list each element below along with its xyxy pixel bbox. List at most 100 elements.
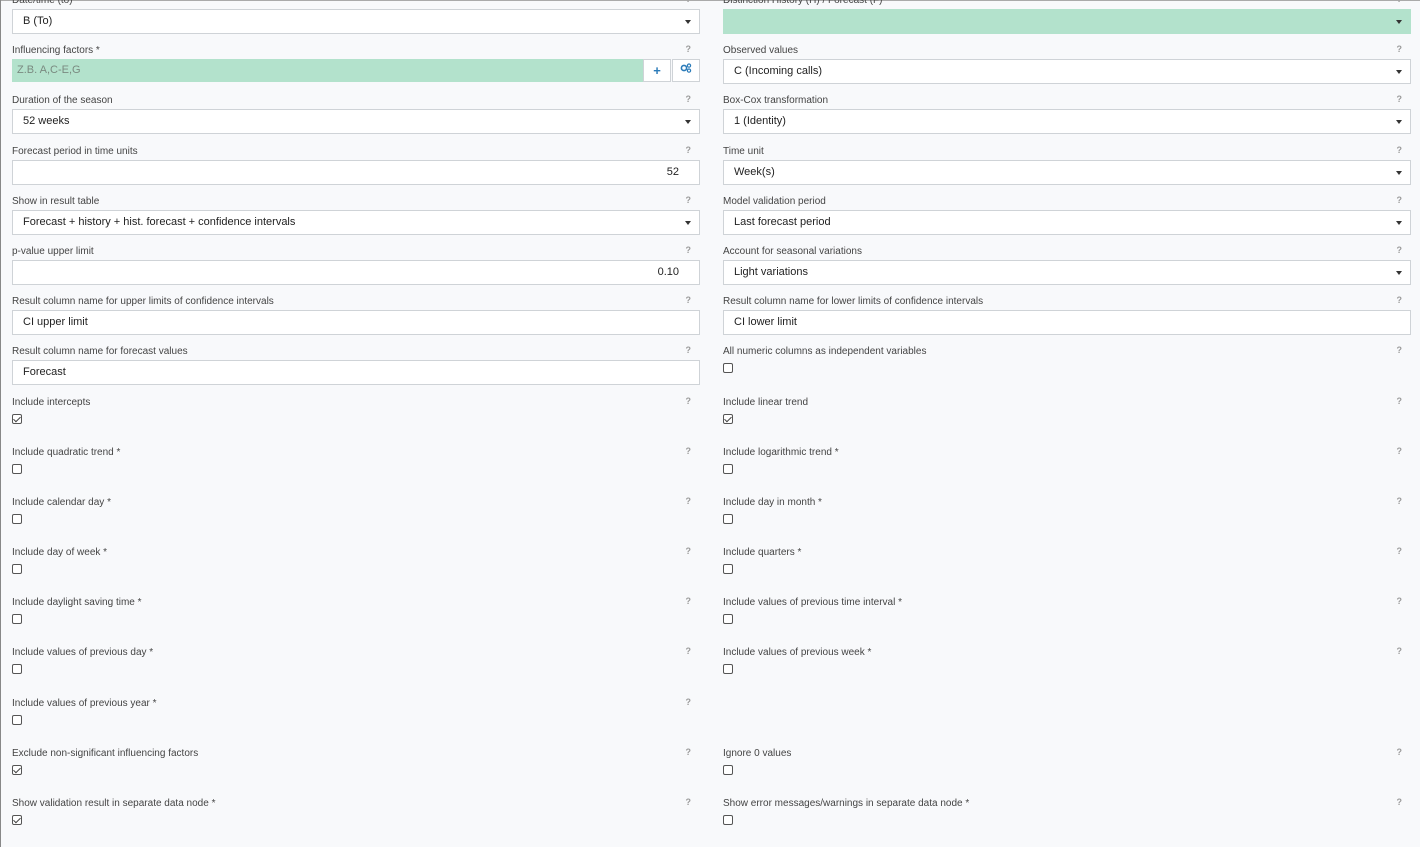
field-label: Include logarithmic trend *: [723, 446, 839, 458]
help-icon[interactable]: ?: [686, 396, 692, 406]
help-icon[interactable]: ?: [686, 94, 692, 104]
help-icon[interactable]: ?: [1397, 145, 1403, 155]
caret-down-icon: [1396, 120, 1402, 125]
field-influencing-factors: Influencing factors *? Z.B. A,C-E,G +: [12, 44, 700, 95]
field-duration-of-the-season: Duration of the season? 52 weeks: [12, 94, 700, 145]
p-value-upper-limit-input[interactable]: 0.10: [12, 259, 700, 285]
field-label: Result column name for forecast values: [12, 346, 188, 358]
select-value: 1 (Identity): [734, 115, 786, 128]
field-label: Box-Cox transformation: [723, 95, 829, 107]
field-distinction-history-h-forecast-f: Distinction History (H) / Forecast (F) *…: [723, 0, 1411, 45]
help-icon[interactable]: ?: [686, 44, 692, 54]
help-icon[interactable]: ?: [686, 747, 692, 757]
help-icon[interactable]: ?: [1397, 646, 1403, 656]
result-column-name-for-upper-limits-of-confidence-intervals-input[interactable]: CI upper limit: [12, 310, 700, 336]
field-label: Show error messages/warnings in separate…: [723, 798, 970, 809]
include-quarters-checkbox[interactable]: [723, 564, 733, 575]
field-label: Influencing factors *: [12, 45, 100, 57]
include-calendar-day-checkbox[interactable]: [12, 513, 22, 524]
field-show-validation-result-in-separate-data-node: Show validation result in separate data …: [12, 797, 700, 847]
help-icon[interactable]: ?: [686, 0, 692, 4]
field-date-time-to: Date/time (to)? B (To): [12, 0, 700, 45]
include-linear-trend-checkbox[interactable]: [723, 413, 733, 424]
influencing-factors-input[interactable]: Z.B. A,C-E,G: [12, 59, 643, 83]
observed-values-select[interactable]: C (Incoming calls): [723, 59, 1411, 85]
help-icon[interactable]: ?: [686, 345, 692, 355]
duration-of-the-season-select[interactable]: 52 weeks: [12, 109, 700, 135]
show-in-result-table-select[interactable]: Forecast + history + hist. forecast + co…: [12, 209, 700, 235]
form-column-left: Date/time (to)? B (To) Influencing factors…: [12, 0, 700, 847]
gears-icon[interactable]: [672, 59, 700, 83]
field-include-quarters: Include quarters *?: [723, 546, 1411, 597]
box-cox-transformation-select[interactable]: 1 (Identity): [723, 109, 1411, 135]
date-time-to-select[interactable]: B (To): [12, 9, 700, 34]
field-label: Observed values: [723, 45, 799, 57]
forecast-period-in-time-units-input[interactable]: 52: [12, 159, 700, 185]
include-values-of-previous-week-checkbox[interactable]: [723, 664, 733, 675]
help-icon[interactable]: ?: [686, 145, 692, 155]
help-icon[interactable]: ?: [1397, 295, 1403, 305]
help-icon[interactable]: ?: [1397, 546, 1403, 556]
help-icon[interactable]: ?: [686, 596, 692, 606]
include-values-of-previous-year-checkbox[interactable]: [12, 714, 22, 725]
include-day-of-week-checkbox[interactable]: [12, 564, 22, 575]
help-icon[interactable]: ?: [1397, 245, 1403, 255]
model-validation-period-select[interactable]: Last forecast period: [723, 209, 1411, 235]
field-show-error-messages-warnings-in-separate-data-node: Show error messages/warnings in separate…: [723, 797, 1411, 847]
field-include-calendar-day: Include calendar day *?: [12, 496, 700, 547]
include-intercepts-checkbox[interactable]: [12, 413, 22, 424]
field-include-values-of-previous-week: Include values of previous week *?: [723, 646, 1411, 697]
help-icon[interactable]: ?: [686, 195, 692, 205]
help-icon[interactable]: ?: [686, 646, 692, 656]
help-icon[interactable]: ?: [686, 546, 692, 556]
ignore-0-values-checkbox[interactable]: [723, 764, 733, 775]
field-label: Include values of previous day *: [12, 647, 154, 659]
result-column-name-for-forecast-values-input[interactable]: Forecast: [12, 360, 700, 386]
help-icon[interactable]: ?: [1397, 195, 1403, 205]
show-error-messages-warnings-in-separate-data-node-checkbox[interactable]: [723, 815, 733, 825]
include-daylight-saving-time-checkbox[interactable]: [12, 614, 22, 625]
field-label: Include daylight saving time *: [12, 597, 142, 609]
form-column-right: Distinction History (H) / Forecast (F) *…: [723, 0, 1411, 847]
help-icon[interactable]: ?: [686, 245, 692, 255]
select-value: Light variations: [734, 265, 808, 278]
help-icon[interactable]: ?: [1397, 446, 1403, 456]
help-icon[interactable]: ?: [686, 797, 692, 807]
field-label: Model validation period: [723, 195, 826, 207]
help-icon[interactable]: ?: [1397, 44, 1403, 54]
field-label: Distinction History (H) / Forecast (F) *: [723, 0, 890, 6]
distinction-history-h-forecast-f-select[interactable]: [723, 9, 1411, 34]
help-icon[interactable]: ?: [1397, 596, 1403, 606]
help-icon[interactable]: ?: [686, 446, 692, 456]
help-icon[interactable]: ?: [1397, 496, 1403, 506]
field-box-cox-transformation: Box-Cox transformation? 1 (Identity): [723, 94, 1411, 145]
result-column-name-for-lower-limits-of-confidence-intervals-input[interactable]: CI lower limit: [723, 310, 1411, 336]
account-for-seasonal-variations-select[interactable]: Light variations: [723, 259, 1411, 285]
help-icon[interactable]: ?: [1397, 0, 1403, 4]
include-logarithmic-trend-checkbox[interactable]: [723, 463, 733, 474]
plus-icon[interactable]: +: [643, 59, 671, 83]
field-include-logarithmic-trend: Include logarithmic trend *?: [723, 446, 1411, 497]
include-quadratic-trend-checkbox[interactable]: [12, 463, 22, 474]
show-validation-result-in-separate-data-node-checkbox[interactable]: [12, 815, 22, 825]
help-icon[interactable]: ?: [1397, 747, 1403, 757]
help-icon[interactable]: ?: [1397, 345, 1403, 355]
time-unit-select[interactable]: Week(s): [723, 159, 1411, 185]
include-day-in-month-checkbox[interactable]: [723, 513, 733, 524]
help-icon[interactable]: ?: [1397, 94, 1403, 104]
field-account-for-seasonal-variations: Account for seasonal variations? Light va…: [723, 245, 1411, 296]
all-numeric-columns-as-independent-variables-checkbox[interactable]: [723, 363, 733, 374]
help-icon[interactable]: ?: [1397, 396, 1403, 406]
include-values-of-previous-day-checkbox[interactable]: [12, 664, 22, 675]
help-icon[interactable]: ?: [1397, 797, 1403, 807]
field-label: Include quadratic trend *: [12, 446, 121, 458]
help-icon[interactable]: ?: [686, 295, 692, 305]
exclude-non-significant-influencing-factors-checkbox[interactable]: [12, 764, 22, 775]
field-model-validation-period: Model validation period? Last forecast pe…: [723, 195, 1411, 246]
help-icon[interactable]: ?: [686, 697, 692, 707]
include-values-of-previous-time-interval-checkbox[interactable]: [723, 614, 733, 625]
field-label: Show validation result in separate data …: [12, 798, 216, 809]
field-label: Include quarters *: [723, 547, 802, 559]
help-icon[interactable]: ?: [686, 496, 692, 506]
field-label: Include values of previous year *: [12, 697, 157, 709]
